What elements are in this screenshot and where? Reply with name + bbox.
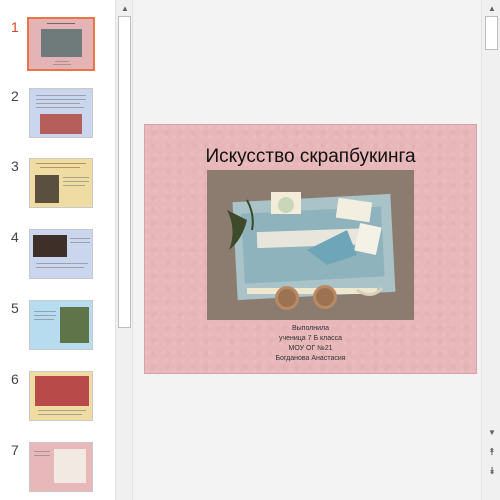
thumb-text-line — [63, 181, 89, 182]
previous-slide-button[interactable]: ⯭ — [486, 447, 498, 459]
thumb-text-line — [36, 103, 80, 104]
slide-number: 5 — [11, 300, 19, 316]
slide-thumbnail-2[interactable] — [29, 88, 93, 138]
thumb-text-line — [36, 95, 86, 96]
thumb-text-line — [34, 451, 50, 452]
thumbnail-row-6[interactable]: 6 — [0, 371, 115, 425]
thumb-text-line — [53, 64, 71, 65]
slide-number: 7 — [11, 442, 19, 458]
scrapbook-photo[interactable] — [207, 170, 414, 320]
slide-title[interactable]: Искусство скрапбукинга — [145, 146, 476, 168]
thumb-text-line — [70, 242, 90, 243]
slide-number: 1 — [11, 19, 19, 35]
scroll-down-button[interactable]: ▼ — [486, 427, 498, 439]
slide-editing-area: Искусство скрапбукинга Выполнила ученица… — [134, 0, 481, 500]
slide-thumbnail-7[interactable] — [29, 442, 93, 492]
thumb-text-line — [36, 263, 88, 264]
current-slide[interactable]: Искусство скрапбукинга Выполнила ученица… — [144, 124, 477, 374]
thumb-image — [41, 29, 82, 57]
thumbnail-row-5[interactable]: 5 — [0, 300, 115, 354]
thumb-image — [40, 114, 82, 134]
thumbnail-row-4[interactable]: 4 — [0, 229, 115, 283]
thumb-text-line — [63, 177, 89, 178]
thumb-image — [60, 307, 89, 343]
scroll-up-button[interactable]: ▲ — [119, 3, 131, 15]
thumb-text-line — [34, 319, 54, 320]
thumb-text-line — [36, 99, 86, 100]
slide-thumbnail-1[interactable] — [27, 17, 95, 71]
thumb-text-line — [36, 267, 84, 268]
thumb-text-line — [70, 238, 90, 239]
caption-line: МОУ ОГ №21 — [288, 345, 333, 352]
thumb-image — [35, 376, 89, 406]
scroll-up-button[interactable]: ▲ — [486, 3, 498, 15]
slide-thumbnail-4[interactable] — [29, 229, 93, 279]
thumb-image — [35, 175, 59, 203]
thumb-text-line — [63, 185, 85, 186]
slide-thumbnail-5[interactable] — [29, 300, 93, 350]
slide-number: 3 — [11, 158, 19, 174]
thumb-text-line — [34, 311, 56, 312]
slide-caption[interactable]: Выполнила ученица 7 Б класса МОУ ОГ №21 … — [145, 324, 476, 364]
thumb-image — [33, 235, 67, 257]
thumbnail-row-1[interactable]: 1 — [0, 17, 115, 73]
thumb-text-line — [38, 410, 86, 411]
caption-line: Выполнила — [291, 325, 330, 332]
thumb-text-line — [36, 107, 84, 108]
thumb-image — [54, 449, 86, 483]
thumb-title-line — [40, 167, 80, 168]
next-slide-button[interactable]: ⯯ — [486, 466, 498, 478]
scrapbook-image — [207, 170, 414, 320]
caption-line: Богданова Анастасия — [275, 355, 346, 362]
thumb-text-line — [34, 315, 56, 316]
thumb-title-line — [47, 23, 75, 24]
slide-thumbnail-pane: 1 2 3 4 5 6 7 — [0, 0, 115, 500]
thumb-text-line — [34, 455, 50, 456]
slide-thumbnail-6[interactable] — [29, 371, 93, 421]
scrollbar-thumb[interactable] — [118, 16, 131, 328]
thumbnail-row-3[interactable]: 3 — [0, 158, 115, 212]
thumb-text-line — [55, 61, 69, 62]
slide-scrollbar[interactable]: ▲ ▼ ⯭ ⯯ — [481, 0, 500, 500]
thumbnail-row-2[interactable]: 2 — [0, 88, 115, 142]
thumb-title-line — [36, 163, 86, 164]
slide-thumbnail-3[interactable] — [29, 158, 93, 208]
thumbnail-scrollbar[interactable]: ▲ — [115, 0, 133, 500]
scrollbar-thumb[interactable] — [485, 16, 498, 50]
slide-number: 4 — [11, 229, 19, 245]
thumbnail-row-7[interactable]: 7 — [0, 442, 115, 496]
slide-number: 6 — [11, 371, 19, 387]
thumb-text-line — [38, 414, 82, 415]
caption-line: ученица 7 Б класса — [278, 335, 343, 342]
slide-number: 2 — [11, 88, 19, 104]
